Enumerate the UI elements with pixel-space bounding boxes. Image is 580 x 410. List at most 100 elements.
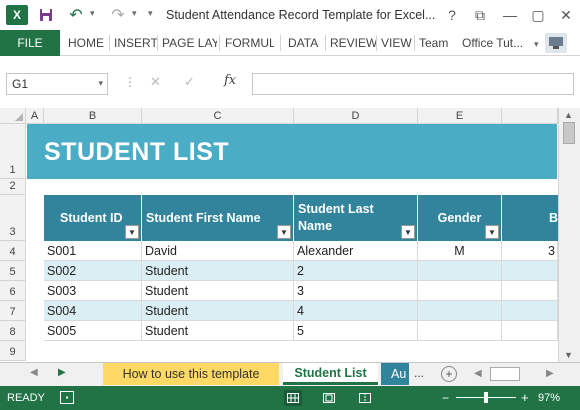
tab-data[interactable]: DATA (288, 30, 318, 56)
table-cell[interactable] (502, 321, 558, 341)
row-header-3[interactable]: 3 (0, 195, 26, 241)
column-header-a[interactable]: A (26, 108, 44, 124)
table-header-first-name[interactable]: Student First Name ▼ (142, 195, 294, 241)
table-header-gender[interactable]: Gender ▼ (418, 195, 502, 241)
column-header-c[interactable]: C (142, 108, 294, 124)
tab-page-layout[interactable]: PAGE LAY (162, 30, 217, 56)
column-header-d[interactable]: D (294, 108, 418, 124)
table-cell[interactable]: S005 (44, 321, 142, 341)
table-header-student-id[interactable]: Student ID ▼ (44, 195, 142, 241)
zoom-level[interactable]: 97% (538, 392, 560, 404)
sheet-nav-next-icon[interactable]: ▶ (58, 367, 66, 378)
horizontal-scroll-thumb[interactable] (490, 367, 520, 381)
macro-record-icon[interactable]: ▪ (60, 391, 74, 404)
cancel-icon[interactable]: ✕ (150, 74, 161, 90)
zoom-in-icon[interactable]: + (521, 390, 529, 405)
normal-view-icon[interactable] (284, 390, 302, 406)
table-cell[interactable] (502, 281, 558, 301)
row-header-6[interactable]: 6 (0, 281, 26, 301)
quick-access-customize-icon[interactable]: ▾ (148, 8, 153, 19)
insert-function-icon[interactable]: fx (224, 73, 236, 88)
save-icon[interactable] (36, 5, 56, 25)
table-cell[interactable]: Student (142, 321, 294, 341)
tab-home[interactable]: HOME (68, 30, 104, 56)
table-cell[interactable]: M (418, 241, 502, 261)
sheet-tab-attendance[interactable]: Au (381, 363, 409, 385)
zoom-out-icon[interactable]: − (442, 391, 449, 405)
minimize-icon[interactable]: — (500, 5, 520, 25)
scroll-thumb[interactable] (563, 122, 575, 144)
table-cell[interactable] (418, 301, 502, 321)
table-cell[interactable]: S001 (44, 241, 142, 261)
scroll-down-icon[interactable]: ▼ (564, 350, 573, 360)
tab-review[interactable]: REVIEW (330, 30, 377, 56)
horizontal-scrollbar[interactable]: ◀ ▶ (470, 367, 558, 381)
help-icon[interactable]: ? (442, 5, 462, 25)
row-header-4[interactable]: 4 (0, 241, 26, 261)
enter-icon[interactable]: ✓ (184, 74, 195, 90)
ribbon-display-options-icon[interactable]: ⧉ (470, 5, 490, 25)
tab-insert[interactable]: INSERT (114, 30, 158, 56)
account-dropdown-icon[interactable]: ▾ (534, 39, 539, 50)
table-header-partial[interactable]: B (502, 195, 558, 241)
scroll-right-icon[interactable]: ▶ (546, 368, 554, 379)
row-header-9[interactable]: 9 (0, 341, 26, 361)
sheet-tab-student-list[interactable]: Student List (283, 363, 378, 385)
row-header-8[interactable]: 8 (0, 321, 26, 341)
table-cell[interactable]: 5 (294, 321, 418, 341)
tab-view[interactable]: VIEW (381, 30, 412, 56)
table-cell[interactable] (502, 261, 558, 281)
table-cell[interactable]: 2 (294, 261, 418, 281)
table-cell[interactable]: S004 (44, 301, 142, 321)
tab-formulas[interactable]: FORMUL (225, 30, 274, 56)
table-cell[interactable]: Student (142, 281, 294, 301)
row-header-2[interactable]: 2 (0, 179, 26, 195)
table-cell[interactable] (502, 301, 558, 321)
redo-dropdown-icon[interactable]: ▾ (132, 8, 137, 19)
name-box-dropdown-icon[interactable]: ▾ (98, 78, 103, 89)
name-box[interactable]: G1 ▾ (6, 73, 108, 95)
maximize-icon[interactable]: ▢ (528, 5, 548, 25)
row-header-5[interactable]: 5 (0, 261, 26, 281)
column-header-f[interactable] (502, 108, 558, 124)
close-icon[interactable]: ✕ (556, 5, 576, 25)
page-layout-view-icon[interactable] (320, 390, 338, 406)
undo-icon[interactable]: ↶ (66, 5, 86, 25)
page-break-preview-icon[interactable] (356, 390, 374, 406)
column-header-e[interactable]: E (418, 108, 502, 124)
table-cell[interactable]: 3 (294, 281, 418, 301)
sheet-nav-prev-icon[interactable]: ◀ (30, 367, 38, 378)
table-cell[interactable]: David (142, 241, 294, 261)
tab-team[interactable]: Team (419, 30, 448, 56)
scroll-left-icon[interactable]: ◀ (474, 368, 482, 379)
row-header-1[interactable]: 1 (0, 124, 26, 179)
filter-dropdown-icon[interactable]: ▼ (277, 225, 291, 239)
scroll-up-icon[interactable]: ▲ (564, 110, 573, 120)
table-cell[interactable]: Student (142, 301, 294, 321)
table-cell[interactable] (418, 321, 502, 341)
user-avatar[interactable] (545, 33, 567, 53)
table-header-last-name[interactable]: Student Last Name ▼ (294, 195, 418, 241)
table-cell[interactable]: Student (142, 261, 294, 281)
column-header-b[interactable]: B (44, 108, 142, 124)
row-header-7[interactable]: 7 (0, 301, 26, 321)
select-all-button[interactable] (0, 108, 26, 124)
tab-file[interactable]: FILE (0, 30, 60, 56)
table-cell[interactable]: S002 (44, 261, 142, 281)
filter-dropdown-icon[interactable]: ▼ (401, 225, 415, 239)
vertical-scrollbar[interactable]: ▲ ▼ (558, 108, 580, 362)
excel-logo-icon[interactable]: X (6, 5, 28, 25)
undo-dropdown-icon[interactable]: ▾ (90, 8, 95, 19)
filter-dropdown-icon[interactable]: ▼ (485, 225, 499, 239)
account-name[interactable]: Office Tut... (462, 30, 523, 56)
table-cell[interactable] (418, 261, 502, 281)
zoom-slider-handle[interactable] (484, 392, 488, 403)
filter-dropdown-icon[interactable]: ▼ (125, 225, 139, 239)
redo-icon[interactable]: ↷ (108, 5, 128, 25)
table-cell[interactable]: 3 (502, 241, 558, 261)
table-cell[interactable] (418, 281, 502, 301)
sheet-tab-how-to-use[interactable]: How to use this template (103, 363, 279, 385)
new-sheet-icon[interactable]: + (441, 366, 457, 382)
formula-input[interactable] (252, 73, 574, 95)
more-sheets-button[interactable]: ... (414, 366, 424, 380)
